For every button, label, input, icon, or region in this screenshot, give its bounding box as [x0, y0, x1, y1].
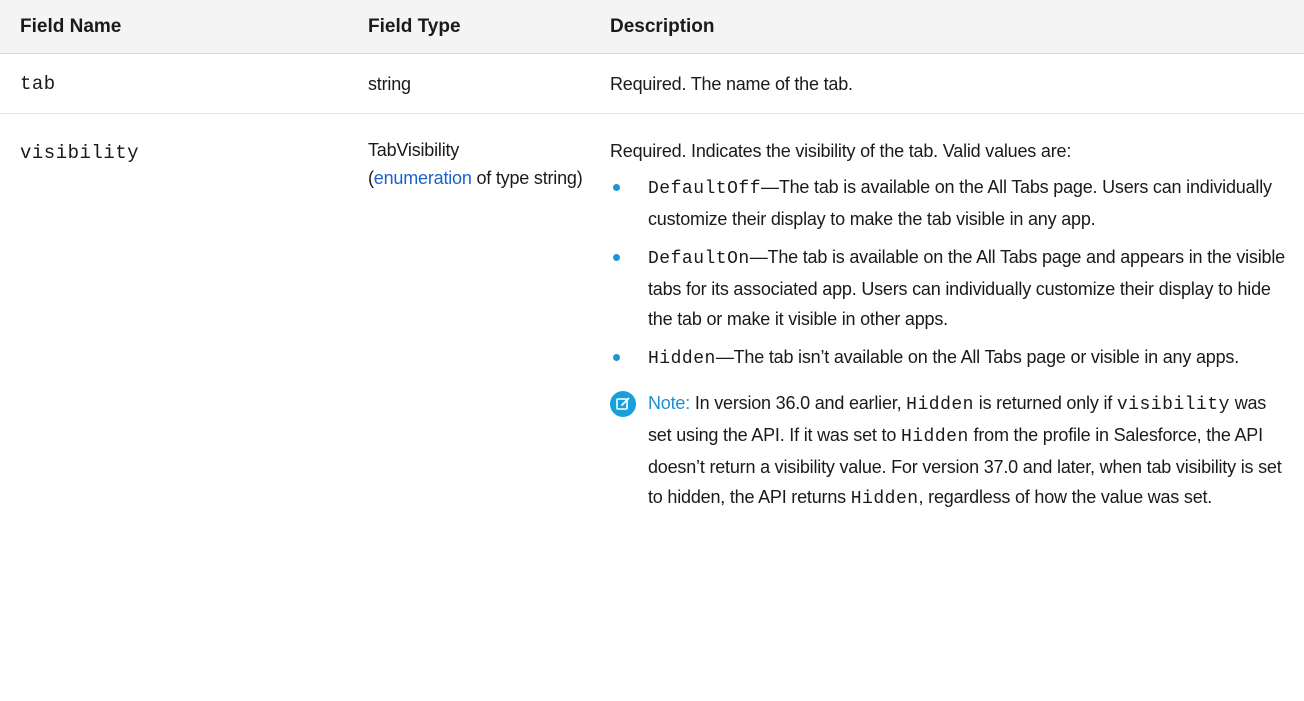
description-intro: Required. Indicates the visibility of th…	[610, 141, 1072, 161]
value-code: DefaultOff	[648, 179, 762, 199]
note-label: Note:	[648, 393, 691, 413]
value-text: —The tab isn’t available on the All Tabs…	[715, 347, 1240, 367]
field-type-visibility: TabVisibility (enumeration of type strin…	[363, 136, 606, 192]
list-item: DefaultOff—The tab is available on the A…	[610, 172, 1292, 234]
table-row-visibility: visibility TabVisibility (enumeration of…	[0, 114, 1304, 534]
field-name-visibility: visibility	[20, 142, 140, 164]
type-name: TabVisibility	[368, 140, 460, 160]
field-name-tab: tab	[20, 72, 56, 95]
note-code: Hidden	[850, 489, 919, 509]
header-description: Description	[610, 15, 715, 37]
note-text: , regardless of how the value was set.	[918, 487, 1213, 507]
bullet-icon	[613, 354, 620, 361]
note-text: In version 36.0 and earlier,	[690, 393, 907, 413]
edit-note-icon	[610, 391, 636, 417]
field-description-tab: Required. The name of the tab.	[610, 73, 853, 94]
field-type-tab: string	[368, 73, 411, 94]
list-item: Hidden—The tab isn’t available on the Al…	[610, 342, 1292, 374]
header-field-type: Field Type	[368, 15, 461, 37]
note-code: visibility	[1116, 395, 1230, 415]
enumeration-link[interactable]: enumeration	[374, 168, 472, 188]
value-code: Hidden	[648, 349, 716, 369]
note-code: Hidden	[906, 395, 974, 415]
valid-values-list: DefaultOff—The tab is available on the A…	[610, 172, 1292, 374]
note-block: Note: In version 36.0 and earlier, Hidde…	[610, 388, 1292, 514]
bullet-icon	[613, 184, 620, 191]
field-table: Field Name Field Type Description tab st…	[0, 0, 1304, 534]
table-row-tab: tab string Required. The name of the tab…	[0, 54, 1304, 114]
note-text: is returned only if	[973, 393, 1117, 413]
field-description-visibility: Required. Indicates the visibility of th…	[606, 136, 1304, 514]
value-code: DefaultOn	[648, 249, 750, 269]
type-suffix: of type string)	[471, 168, 583, 188]
bullet-icon	[613, 254, 620, 261]
table-header-row: Field Name Field Type Description	[0, 0, 1304, 54]
list-item: DefaultOn—The tab is available on the Al…	[610, 242, 1292, 334]
note-code: Hidden	[900, 427, 969, 447]
header-field-name: Field Name	[20, 15, 122, 37]
